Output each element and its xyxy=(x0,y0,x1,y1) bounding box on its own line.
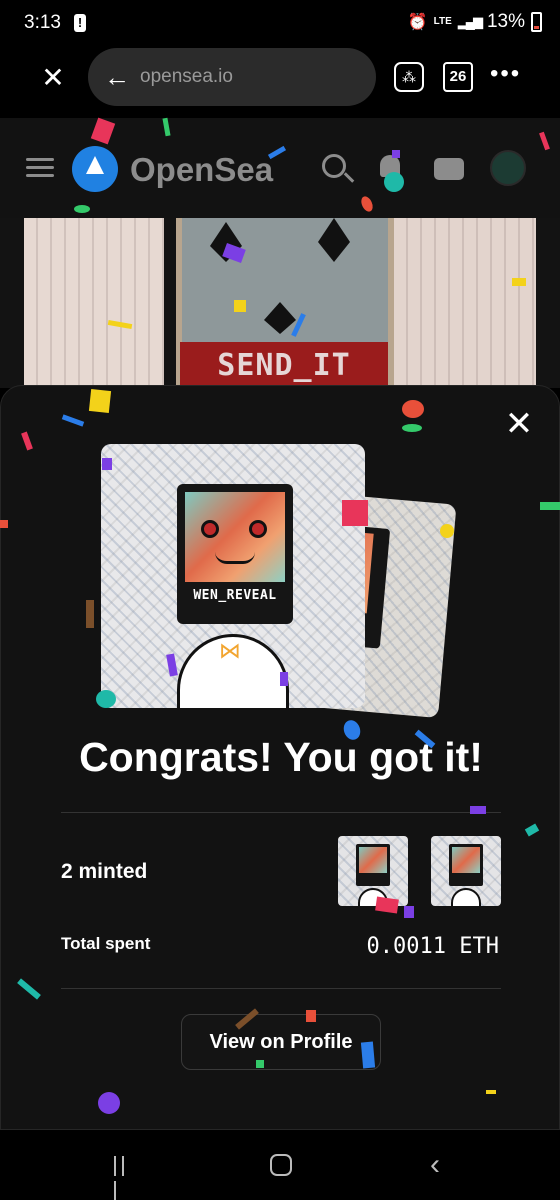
eth-diamond-icon xyxy=(318,218,350,242)
battery-percent: 13% xyxy=(486,11,525,32)
confetti xyxy=(306,1010,316,1022)
confetti xyxy=(74,205,90,213)
confetti xyxy=(384,172,404,192)
confetti xyxy=(102,458,112,470)
modal-title: Congrats! You got it! xyxy=(79,734,483,780)
minted-nft-thumbnail[interactable] xyxy=(431,836,501,906)
confetti xyxy=(402,424,422,432)
divider xyxy=(61,812,501,813)
total-spent-value: 0.0011 ETH xyxy=(366,934,499,959)
confetti xyxy=(440,524,454,538)
eth-diamond-icon xyxy=(264,302,296,320)
confetti xyxy=(86,600,94,628)
eth-diamond-icon xyxy=(318,242,350,262)
more-options-icon[interactable]: ••• xyxy=(490,60,521,88)
confetti xyxy=(375,896,399,914)
search-icon[interactable] xyxy=(322,154,346,178)
nft-label: WEN_REVEAL xyxy=(193,588,277,603)
mint-success-modal: ✕ WEN_REVEAL ⋈ Congrats! You got it! 2 m… xyxy=(0,385,560,1130)
avatar[interactable] xyxy=(490,150,526,186)
status-indicators: ⏰ LTE ▂▄▆ 13% xyxy=(408,11,542,33)
confetti xyxy=(96,690,116,708)
minted-count: 2 minted xyxy=(61,860,148,883)
eye-icon xyxy=(201,520,219,538)
confetti xyxy=(234,300,246,312)
confetti xyxy=(88,389,112,413)
send-it-text: SEND_IT xyxy=(217,348,351,383)
confetti xyxy=(512,278,526,286)
status-bar: 3:13 ! ⏰ LTE ▂▄▆ 13% xyxy=(0,0,560,48)
back-icon[interactable]: ‹ xyxy=(430,1148,440,1182)
tab-count-button[interactable]: 26 xyxy=(443,62,473,92)
file-art-icon: WEN_REVEAL xyxy=(177,484,293,624)
confetti xyxy=(98,1092,120,1114)
minted-nft-thumbnail[interactable] xyxy=(338,836,408,906)
close-tab-icon[interactable]: ✕ xyxy=(38,64,68,94)
confetti xyxy=(280,672,288,686)
site-header: OpenSea xyxy=(0,118,560,218)
banner-art-right xyxy=(394,218,536,388)
back-arrow-icon[interactable]: ← xyxy=(104,62,130,93)
banner-art-left xyxy=(24,218,164,388)
battery-icon xyxy=(531,12,542,32)
url-bar[interactable]: ← opensea.io xyxy=(88,48,376,106)
status-time: 3:13 xyxy=(24,12,61,33)
confetti xyxy=(256,1060,264,1068)
send-it-plate: SEND_IT xyxy=(180,342,388,388)
browser-toolbar: ✕ ← opensea.io ⁂ 26 ••• xyxy=(0,48,560,118)
brand-name[interactable]: OpenSea xyxy=(130,151,273,189)
confetti xyxy=(486,1090,496,1094)
view-on-profile-button[interactable]: View on Profile xyxy=(181,1014,381,1070)
confetti xyxy=(470,806,486,814)
close-icon[interactable]: ✕ xyxy=(503,407,535,441)
eye-icon xyxy=(249,520,267,538)
wallet-icon[interactable] xyxy=(434,158,464,180)
nft-card: WEN_REVEAL ⋈ xyxy=(101,444,365,708)
confetti xyxy=(0,520,8,528)
hamburger-menu-icon[interactable] xyxy=(26,158,54,178)
recent-apps-icon[interactable] xyxy=(114,1156,136,1200)
mouth-icon xyxy=(215,552,255,564)
alarm-icon: ⏰ xyxy=(407,14,428,31)
signal-icon: ▂▄▆ xyxy=(457,14,483,29)
qr-code-icon[interactable]: ⁂ xyxy=(394,62,424,92)
confetti xyxy=(360,1041,376,1069)
confetti xyxy=(402,400,424,418)
lte-indicator: LTE xyxy=(433,16,452,27)
opensea-logo-icon[interactable] xyxy=(72,146,118,192)
divider xyxy=(61,988,501,989)
collection-banner: SEND_IT xyxy=(0,218,560,388)
system-nav-bar: ‹ xyxy=(0,1130,560,1200)
home-icon[interactable] xyxy=(270,1154,292,1176)
confetti xyxy=(392,150,400,158)
confetti xyxy=(540,502,560,510)
bowtie-icon: ⋈ xyxy=(219,638,241,663)
alert-icon: ! xyxy=(74,14,86,32)
url-text[interactable]: opensea.io xyxy=(140,66,233,88)
total-spent-label: Total spent xyxy=(61,934,151,953)
confetti xyxy=(342,500,368,526)
nft-artwork xyxy=(185,492,285,582)
confetti xyxy=(404,906,414,918)
